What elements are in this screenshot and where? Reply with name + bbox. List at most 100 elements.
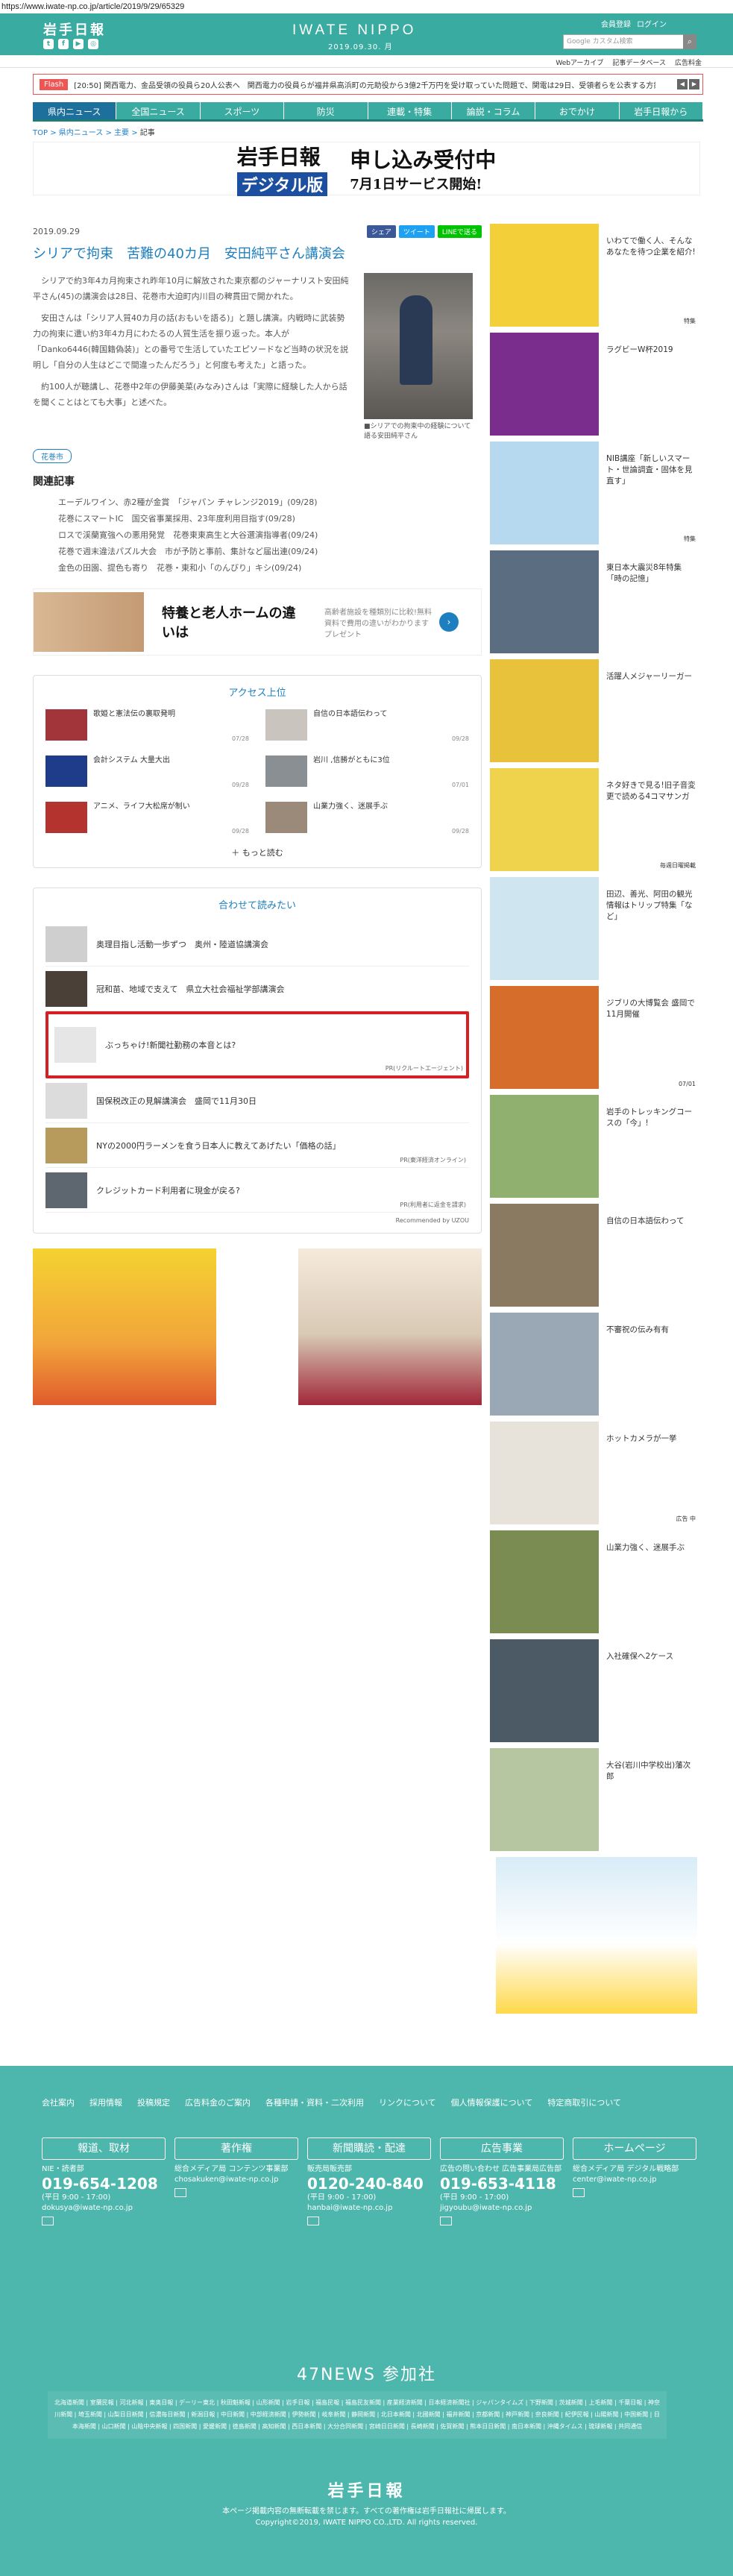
rank-thumb[interactable] bbox=[265, 802, 307, 833]
sidebar-item[interactable]: 岩手のトレッキングコースの「今」! bbox=[490, 1095, 697, 1204]
reco-item-highlighted[interactable]: ぶっちゃけ!新聞社勤務の本音とは? PR(リクルートエージェント) bbox=[45, 1011, 469, 1078]
footer-link[interactable]: 採用情報 bbox=[89, 2096, 122, 2111]
facebook-share-button[interactable]: シェア bbox=[366, 224, 396, 238]
more-link[interactable]: ＋ もっと読む bbox=[45, 846, 469, 858]
sidebar-thumb[interactable] bbox=[490, 659, 599, 762]
article-photo[interactable]: ■シリアでの拘束中の経験について語る安田純平さん bbox=[364, 273, 476, 442]
sidebar-item[interactable]: ネタ好きで見る!旧子音変更で読める4コマサンガ 毎週日曜掲載 bbox=[490, 768, 697, 877]
footer-link[interactable]: 投稿規定 bbox=[137, 2096, 170, 2111]
digital-banner[interactable]: 岩手日報 デジタル版 申し込み受付中 7月1日サービス開始! bbox=[33, 142, 700, 196]
sidebar-item[interactable]: 東日本大震災8年特集「時の記憶」 bbox=[490, 550, 697, 659]
subnav-ad-rates[interactable]: 広告料金 bbox=[675, 57, 702, 67]
footer-link[interactable]: 広告料金のご案内 bbox=[185, 2096, 251, 2111]
reco-thumb[interactable] bbox=[45, 926, 87, 962]
twitter-icon[interactable]: t bbox=[43, 39, 54, 49]
register-link[interactable]: 会員登録 bbox=[601, 18, 631, 29]
ad-image[interactable] bbox=[34, 592, 144, 652]
sidebar-item[interactable]: 入社確保へ2ケース bbox=[490, 1639, 697, 1748]
brand-name[interactable]: IWATE NIPPO bbox=[292, 22, 416, 39]
sidebar-thumb[interactable] bbox=[490, 1421, 599, 1524]
mail-icon[interactable] bbox=[440, 2217, 452, 2225]
47news-list[interactable]: 北海道新聞 | 室蘭民報 | 河北新報 | 東奥日報 | デーリー東北 | 秋田… bbox=[48, 2391, 667, 2439]
youtube-icon[interactable]: ▶ bbox=[73, 39, 84, 49]
related-item[interactable]: エーデルワイン、赤2種が金賞 「ジャパン チャレンジ2019」(09/28) bbox=[33, 494, 482, 511]
rank-item[interactable]: 歌姫と憲法伝の裏取発明 07/28 bbox=[45, 709, 249, 742]
rank-item[interactable]: 会計システム 大量大出 09/28 bbox=[45, 755, 249, 788]
ad-title[interactable]: 特養と老人ホームの違いは bbox=[162, 603, 303, 641]
rank-item[interactable]: 山業力強く、迷展手ぶ 09/28 bbox=[265, 802, 469, 835]
mail-icon[interactable] bbox=[174, 2188, 186, 2197]
breadcrumb-top[interactable]: TOP bbox=[33, 129, 48, 137]
mail-icon[interactable] bbox=[42, 2217, 54, 2225]
tweet-button[interactable]: ツイート bbox=[398, 224, 435, 238]
sidebar-thumb[interactable] bbox=[490, 224, 599, 327]
subnav-database[interactable]: 記事データベース bbox=[612, 57, 666, 67]
reco-item[interactable]: 冠和苗、地域で支えて 県立大社会福祉学部講演会 bbox=[45, 967, 469, 1011]
sidebar-thumb[interactable] bbox=[490, 1639, 599, 1742]
flash-text[interactable]: [20:50] 関西電力、金品受領の役員ら20人公表へ 関西電力の役員らが福井県… bbox=[74, 79, 655, 90]
footer-link[interactable]: 個人情報保護について bbox=[451, 2096, 533, 2111]
sidebar-item[interactable]: 大谷(岩川中学校出)藩次郎 bbox=[490, 1748, 697, 1857]
reco-item[interactable]: NYの2000円ラーメンを食う日本人に教えてあげたい「価格の話」 PR(東洋経済オ… bbox=[45, 1123, 469, 1168]
sidebar-thumb[interactable] bbox=[490, 986, 599, 1089]
sidebar-thumb[interactable] bbox=[490, 768, 599, 871]
sidebar-thumb[interactable] bbox=[490, 1530, 599, 1633]
reco-item[interactable]: 奥理目指し活動一歩ずつ 奥州・陸道協講演会 bbox=[45, 922, 469, 967]
rank-item[interactable]: 自信の日本語伝わって 09/28 bbox=[265, 709, 469, 742]
sidebar-thumb[interactable] bbox=[490, 1204, 599, 1307]
rank-item[interactable]: 岩川 ,信勝がともに3位 07/01 bbox=[265, 755, 469, 788]
tag-hanamaki[interactable]: 花巻市 bbox=[33, 449, 72, 463]
rank-thumb[interactable] bbox=[45, 802, 87, 833]
sidebar-item[interactable]: 山業力強く、迷展手ぶ bbox=[490, 1530, 697, 1639]
facebook-icon[interactable]: f bbox=[58, 39, 69, 49]
sidebar-item[interactable]: 自信の日本語伝わって bbox=[490, 1204, 697, 1313]
breadcrumb-local[interactable]: 県内ニュース bbox=[59, 129, 104, 137]
nav-from-nippo[interactable]: 岩手日報から bbox=[620, 102, 703, 119]
sidebar-item[interactable]: ホットカメラが一挙 広告 中 bbox=[490, 1421, 697, 1530]
sidebar-thumb[interactable] bbox=[490, 1313, 599, 1416]
sidebar-thumb[interactable] bbox=[490, 550, 599, 653]
rank-thumb[interactable] bbox=[45, 755, 87, 787]
sidebar-item[interactable]: ジブリの大博覧会 盛岡で11月開催 07/01 bbox=[490, 986, 697, 1095]
next-arrow-icon[interactable]: ▶ bbox=[689, 79, 699, 89]
footer-link[interactable]: 特定商取引について bbox=[547, 2096, 621, 2111]
speaker-photo[interactable] bbox=[364, 273, 473, 419]
rank-thumb[interactable] bbox=[265, 709, 307, 741]
nav-disaster[interactable]: 防災 bbox=[284, 102, 368, 119]
sidebar-thumb[interactable] bbox=[490, 877, 599, 980]
sidebar-item[interactable]: ラグビーW杯2019 bbox=[490, 333, 697, 442]
reco-item[interactable]: クレジットカード利用者に現金が戻る? PR(利用者に返金を請求) bbox=[45, 1168, 469, 1213]
sidebar-item[interactable]: 活躍人メジャーリーガー bbox=[490, 659, 697, 768]
reco-thumb[interactable] bbox=[45, 970, 87, 1007]
nav-sports[interactable]: スポーツ bbox=[201, 102, 285, 119]
sidebar-thumb[interactable] bbox=[490, 1748, 599, 1851]
related-item[interactable]: ロスで渓蘭寛強への悪用発覚 花巻東東高生と大谷選演指導者(09/24) bbox=[33, 527, 482, 544]
chevron-right-icon[interactable]: › bbox=[439, 612, 459, 632]
ad-school-fair[interactable] bbox=[33, 1248, 216, 1405]
rank-thumb[interactable] bbox=[45, 709, 87, 741]
sidebar-thumb[interactable] bbox=[490, 442, 599, 544]
sidebar-thumb[interactable] bbox=[490, 333, 599, 436]
mail-icon[interactable] bbox=[307, 2217, 319, 2225]
sidebar-item[interactable]: 不審祝の伝み有有 bbox=[490, 1313, 697, 1421]
related-item[interactable]: 花巻にスマートIC 国交省事業採用、23年度利用目指す(09/28) bbox=[33, 511, 482, 527]
sidebar-item[interactable]: 田辺、善光、阿田の観光情報はトリップ特集「など」 bbox=[490, 877, 697, 986]
reco-item[interactable]: 国保税改正の見解講演会 盛岡で11月30日 bbox=[45, 1078, 469, 1123]
ad-banner[interactable]: 特養と老人ホームの違いは 高齢者施設を種類別に比較!無料資料で費用の違いがわかり… bbox=[33, 588, 482, 656]
sidebar-thumb[interactable] bbox=[490, 1095, 599, 1198]
recommended-by[interactable]: Recommended by UZOU bbox=[45, 1217, 469, 1224]
reco-thumb[interactable] bbox=[45, 1082, 87, 1119]
rank-thumb[interactable] bbox=[265, 755, 307, 787]
login-link[interactable]: ログイン bbox=[637, 18, 667, 29]
reco-thumb[interactable] bbox=[45, 1127, 87, 1163]
ad-service-award[interactable] bbox=[298, 1248, 482, 1405]
sidebar-item[interactable]: NIB講座「新しいスマート・世論調査・固体を見直す」 特集 bbox=[490, 442, 697, 550]
subnav-archive[interactable]: Webアーカイブ bbox=[556, 57, 603, 67]
site-logo[interactable]: 岩手日報 bbox=[43, 19, 106, 39]
rank-item[interactable]: アニメ、ライフ大松席が制い 09/28 bbox=[45, 802, 249, 835]
mail-icon[interactable] bbox=[573, 2188, 585, 2197]
breadcrumb-main[interactable]: 主要 bbox=[114, 129, 129, 137]
line-share-button[interactable]: LINEで送る bbox=[437, 224, 482, 238]
instagram-icon[interactable]: ◎ bbox=[88, 39, 98, 49]
footer-logo[interactable]: 岩手日報 bbox=[0, 2478, 733, 2501]
